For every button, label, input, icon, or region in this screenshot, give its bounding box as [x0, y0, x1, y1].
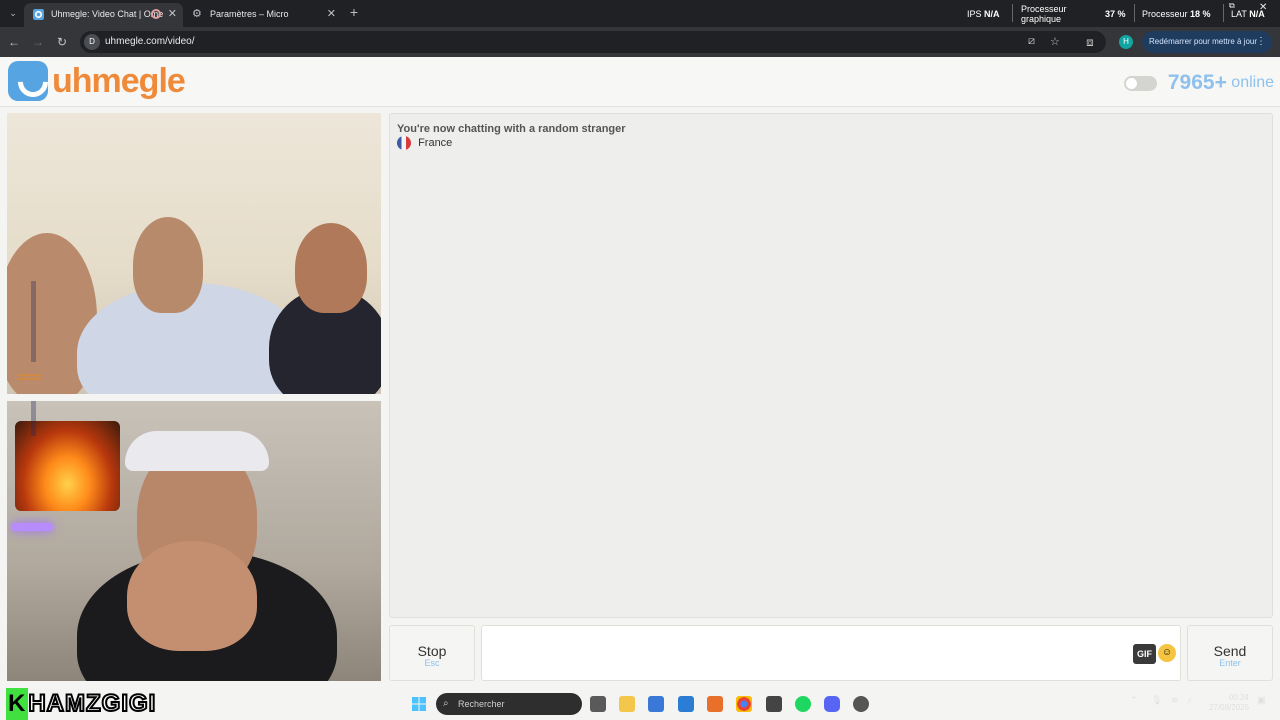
online-label: online	[1231, 74, 1274, 91]
send-button[interactable]: Send Enter	[1187, 625, 1273, 681]
restart-to-update-button[interactable]: Redémarrer pour mettre à jour ⋮	[1142, 31, 1272, 53]
extensions-icon[interactable]: ⧈	[1082, 34, 1098, 50]
address-bar[interactable]: D uhmegle.com/video/ ⧄ ☆	[80, 31, 1106, 53]
browser-tab-strip: ⌄ Uhmegle: Video Chat | Ome ✕ ⚙ Paramètr…	[0, 0, 1280, 27]
chrome-icon[interactable]	[736, 696, 752, 712]
perf-ips-value: N/A	[984, 9, 1000, 19]
obs-icon[interactable]	[766, 696, 782, 712]
chat-intro-message: You're now chatting with a random strang…	[397, 123, 626, 135]
restart-label: Redémarrer pour mettre à jour	[1149, 37, 1258, 46]
perf-gpu-label: Processeur graphique	[1021, 4, 1067, 24]
file-explorer-icon[interactable]	[619, 696, 635, 712]
bookmark-star-icon[interactable]: ☆	[1050, 35, 1060, 48]
stop-shortcut-hint: Esc	[424, 658, 440, 668]
translate-icon[interactable]: ⧄	[1028, 35, 1035, 48]
restore-window-icon[interactable]: ⧉	[1229, 1, 1235, 11]
perf-gpu-value: 37 %	[1105, 9, 1126, 19]
perf-cpu-value: 18 %	[1190, 9, 1211, 19]
self-video	[7, 401, 381, 681]
app-a-icon[interactable]	[707, 696, 723, 712]
logo-mark-icon	[8, 61, 48, 101]
logo-wordmark: uhmegle	[52, 62, 186, 100]
reload-icon[interactable]: ↻	[54, 34, 70, 50]
settings-gear-icon: ⚙	[192, 8, 202, 20]
tab-uhmegle[interactable]: Uhmegle: Video Chat | Ome ✕	[24, 3, 183, 27]
theme-toggle[interactable]	[1124, 75, 1158, 91]
perf-ips-label: IPS	[967, 9, 982, 19]
divider	[1134, 4, 1135, 22]
chat-log: You're now chatting with a random strang…	[389, 113, 1273, 618]
message-input[interactable]: GIF ☺	[481, 625, 1181, 681]
browser-toolbar: ← → ↻ D uhmegle.com/video/ ⧄ ☆ ⧈ H Redém…	[0, 27, 1280, 57]
perf-cpu-label: Processeur	[1142, 9, 1188, 19]
volume-icon[interactable]: ♪	[1187, 695, 1192, 705]
send-label: Send	[1213, 643, 1247, 659]
uhmegle-favicon-icon	[33, 9, 44, 20]
gif-button[interactable]: GIF	[1133, 644, 1156, 664]
neon-light	[11, 523, 53, 531]
spotify-icon[interactable]	[795, 696, 811, 712]
tab-close-icon[interactable]: ✕	[327, 3, 336, 25]
new-tab-plus-icon[interactable]: +	[346, 5, 362, 21]
stop-button[interactable]: Stop Esc	[389, 625, 475, 681]
task-view-icon[interactable]	[590, 696, 606, 712]
stop-label: Stop	[417, 643, 447, 659]
streamer-name-initial: K	[6, 688, 29, 720]
tab-title: Paramètres – Micro	[210, 9, 289, 19]
perf-cpu: Processeur 18 %	[1142, 9, 1211, 19]
show-hidden-icons-icon[interactable]: ⌃	[1130, 695, 1138, 706]
send-shortcut-hint: Enter	[1219, 658, 1241, 668]
self-hands	[127, 541, 257, 651]
headset	[125, 431, 269, 471]
microsoft-store-icon[interactable]	[648, 696, 664, 712]
tab-parametres-micro[interactable]: ⚙ Paramètres – Micro ✕	[183, 3, 342, 27]
notification-bell-icon[interactable]: ▣	[1257, 695, 1266, 706]
discord-icon[interactable]	[824, 696, 840, 712]
clock-date: 27/08/2025	[1209, 703, 1250, 712]
person-right-face	[295, 223, 367, 313]
microphone-icon[interactable]: 🎙	[1151, 695, 1162, 706]
online-count: 7965+	[1167, 71, 1227, 94]
clock-time: 00:24	[1228, 693, 1249, 702]
wifi-icon[interactable]: ≋	[1171, 695, 1179, 706]
watermark-logo: ≈≈≈	[17, 369, 42, 386]
back-arrow-icon[interactable]: ←	[6, 34, 22, 50]
url-text: uhmegle.com/video/	[105, 36, 195, 47]
windows-taskbar	[0, 688, 1280, 720]
streamer-name-badge: KHAMZGIGI	[6, 688, 156, 720]
tab-title: Uhmegle: Video Chat | Ome	[51, 9, 164, 19]
more-menu-icon[interactable]: ⋮	[1256, 31, 1266, 53]
taskbar-search[interactable]: ⌕ Rechercher	[436, 693, 582, 715]
profile-avatar[interactable]: H	[1119, 35, 1133, 49]
close-window-icon[interactable]: ✕	[1259, 2, 1267, 13]
tab-close-icon[interactable]: ✕	[168, 3, 177, 25]
perf-ips: IPS N/A	[967, 9, 1000, 19]
france-flag-icon	[397, 136, 411, 151]
online-counter: 7965+ online	[1124, 71, 1274, 94]
windows-start-icon[interactable]	[411, 696, 427, 712]
taskbar-search-placeholder: Rechercher	[458, 699, 505, 709]
stranger-country: France	[397, 136, 453, 151]
outlook-icon[interactable]	[678, 696, 694, 712]
emoji-icon[interactable]: ☺	[1158, 644, 1176, 662]
app-tray-icon[interactable]	[853, 696, 869, 712]
stream-chat-overlay	[31, 281, 37, 362]
site-info-icon[interactable]: D	[84, 34, 100, 50]
site-header: uhmegle 7965+ online	[0, 57, 1280, 107]
person-center-face	[133, 217, 203, 313]
divider	[1223, 4, 1224, 22]
stream-chat-overlay	[31, 401, 37, 436]
forward-arrow-icon[interactable]: →	[30, 34, 46, 50]
taskbar-clock[interactable]: 00:24 27/08/2025	[1209, 693, 1249, 713]
search-icon: ⌕	[443, 698, 449, 709]
stranger-video: ≈≈≈	[7, 113, 381, 394]
streamer-name-rest: HAMZGIGI	[27, 689, 157, 718]
divider	[1012, 4, 1013, 22]
country-name: France	[418, 137, 453, 149]
recording-icon	[151, 9, 161, 19]
tab-search-chevron-icon[interactable]: ⌄	[5, 5, 21, 21]
